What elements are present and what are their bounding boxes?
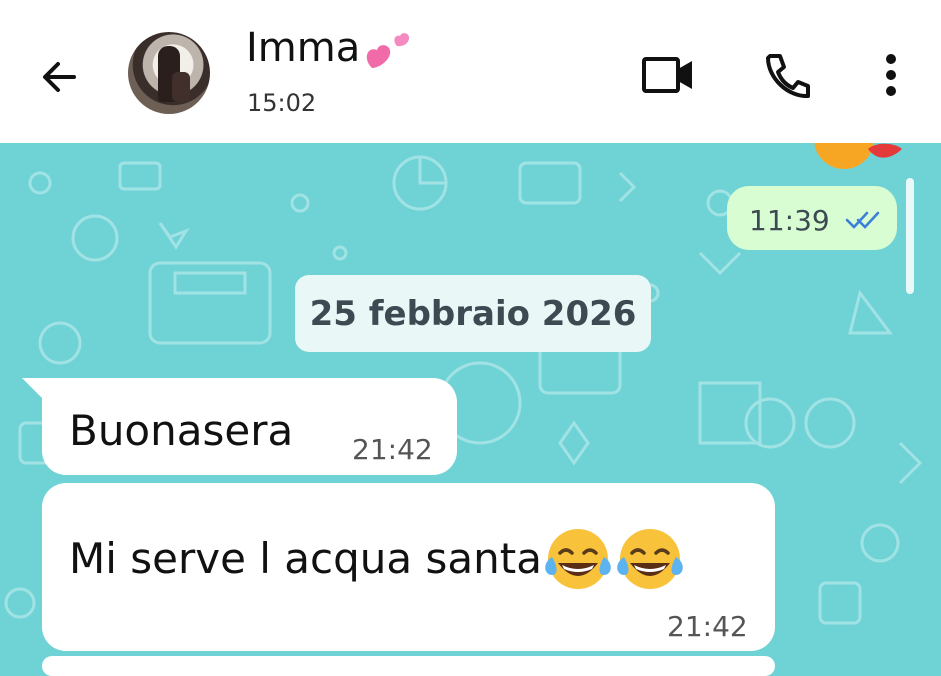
- chat-header: Imma 15:02: [0, 0, 941, 143]
- last-seen-status: 15:02: [247, 89, 317, 117]
- incoming-message-bubble-partial[interactable]: [42, 656, 775, 676]
- message-text-line: Mi serve l acqua santa: [69, 523, 686, 595]
- more-options-icon[interactable]: [880, 50, 902, 102]
- incoming-message-bubble[interactable]: Mi serve l acqua santa 21:42: [42, 483, 775, 651]
- phone-call-icon[interactable]: [760, 50, 812, 102]
- two-hearts-icon: [366, 33, 410, 68]
- face-with-tears-of-joy-icon: [545, 529, 611, 589]
- message-time: 21:42: [352, 433, 433, 466]
- message-time: 21:42: [667, 610, 748, 643]
- message-time: 11:39: [749, 204, 830, 237]
- partial-emoji-icon: [814, 143, 902, 169]
- contact-name[interactable]: Imma: [246, 28, 360, 68]
- contact-avatar[interactable]: [128, 32, 210, 114]
- incoming-message-bubble[interactable]: Buonasera 21:42: [42, 378, 457, 475]
- back-arrow-icon[interactable]: [34, 52, 84, 102]
- read-receipt-ticks-icon: [845, 211, 880, 229]
- message-text: Mi serve l acqua santa: [69, 534, 542, 583]
- scrollbar[interactable]: [906, 178, 914, 294]
- face-with-tears-of-joy-icon: [617, 529, 683, 589]
- date-separator: 25 febbraio 2026: [295, 275, 651, 352]
- video-call-icon[interactable]: [640, 50, 696, 100]
- outgoing-message-bubble[interactable]: 11:39: [727, 186, 897, 250]
- message-text: Buonasera: [69, 406, 294, 455]
